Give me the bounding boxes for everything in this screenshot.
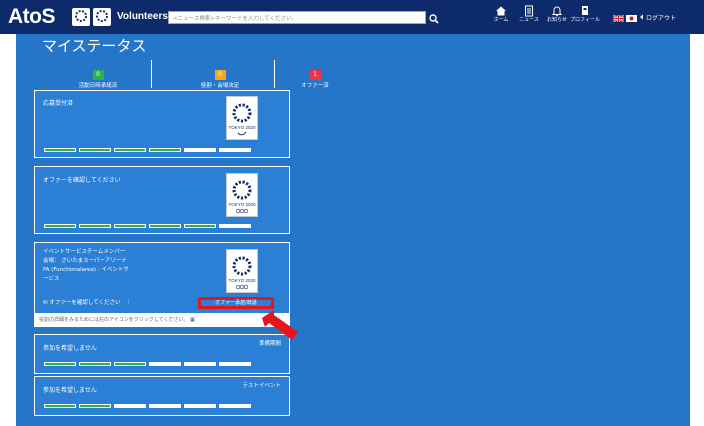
status-card-declined-test[interactable]: 参加を希望しません テストイベント bbox=[34, 376, 290, 416]
progress-segment bbox=[219, 148, 251, 152]
main-panel: マイステータス 0 活動日時承諾済 0 役割・会場決定 1 オファー済 応募受付… bbox=[16, 34, 690, 426]
card-title: 応募受付済 bbox=[43, 100, 74, 107]
stat-role-label: 役割・会場決定 bbox=[200, 83, 240, 89]
progress-bar bbox=[44, 148, 251, 152]
logout-icon[interactable] bbox=[640, 14, 645, 20]
progress-segment bbox=[79, 224, 111, 228]
calendar-icon[interactable]: ▦ bbox=[190, 317, 195, 323]
progress-segment bbox=[114, 404, 146, 408]
progress-segment bbox=[149, 224, 181, 228]
venue-text: 会場： さいたまスーパーアリーナ bbox=[43, 258, 127, 264]
status-card-role[interactable]: イベントサービスチームメンバー 会場： さいたまスーパーアリーナ FA (Fun… bbox=[34, 242, 290, 327]
progress-segment bbox=[44, 362, 76, 366]
annotation-arrow-icon bbox=[262, 310, 298, 340]
progress-segment bbox=[219, 404, 251, 408]
stat-accepted-label: 活動日時承諾済 bbox=[78, 83, 118, 89]
progress-segment bbox=[219, 224, 251, 228]
card-title: 参加を希望しません bbox=[43, 387, 97, 394]
progress-segment bbox=[114, 224, 146, 228]
stat-divider bbox=[151, 60, 152, 88]
stat-accepted[interactable]: 0 活動日時承諾済 bbox=[54, 61, 142, 89]
progress-bar bbox=[44, 224, 251, 228]
header-bar: AtoS Volunteers <ニュース検索>キーワードを入力してください。 … bbox=[0, 0, 704, 34]
stat-offered-label: オファー済 bbox=[301, 83, 329, 89]
search-icon[interactable] bbox=[428, 10, 440, 24]
progress-segment bbox=[114, 148, 146, 152]
progress-segment bbox=[184, 224, 216, 228]
progress-segment bbox=[79, 404, 111, 408]
progress-segment bbox=[219, 362, 251, 366]
news-icon bbox=[525, 5, 533, 17]
stat-role-decided[interactable]: 0 役割・会場決定 bbox=[176, 61, 264, 89]
nav-profile[interactable]: プロフィール bbox=[567, 5, 603, 31]
functional-area: FA (Functionalarea) : イベントサ bbox=[43, 267, 129, 273]
tokyo2020-olympic-logo: TOKYO 2020 bbox=[226, 173, 258, 217]
nav-profile-label: プロフィール bbox=[570, 17, 600, 23]
progress-segment bbox=[149, 404, 181, 408]
page-title: マイステータス bbox=[42, 38, 147, 55]
status-card-offer[interactable]: オファーを確認してください TOKYO 2020 bbox=[34, 166, 290, 234]
progress-segment bbox=[44, 224, 76, 228]
olympic-emblem-icon bbox=[72, 8, 90, 26]
stat-role-count: 0 bbox=[214, 70, 226, 80]
progress-segment bbox=[184, 404, 216, 408]
search-input[interactable]: <ニュース検索>キーワードを入力してください。 bbox=[168, 11, 426, 24]
progress-segment bbox=[79, 148, 111, 152]
progress-segment bbox=[114, 362, 146, 366]
card-phase-label: テストイベント bbox=[242, 383, 281, 389]
bell-icon bbox=[551, 6, 563, 17]
paralympic-emblem-icon bbox=[93, 8, 111, 26]
logo-text: TOKYO 2020 bbox=[229, 125, 256, 130]
logout-link[interactable]: ログアウト bbox=[646, 13, 676, 22]
progress-bar bbox=[44, 362, 251, 366]
progress-bar bbox=[44, 404, 251, 408]
stat-offered[interactable]: 1 オファー済 bbox=[271, 61, 359, 89]
progress-segment bbox=[184, 148, 216, 152]
uk-flag-icon[interactable] bbox=[613, 15, 624, 22]
progress-segment bbox=[184, 362, 216, 366]
role-detail-note-text: 役割の詳細をみるためには右のアイコンをクリックしてください。 bbox=[39, 317, 189, 323]
home-icon bbox=[496, 6, 506, 16]
progress-segment bbox=[79, 362, 111, 366]
tokyo2020-olympic-logo: TOKYO 2020 bbox=[226, 96, 258, 140]
offer-status: ✉ オファーを確認してください ｜ bbox=[43, 299, 132, 308]
progress-segment bbox=[149, 148, 181, 152]
site-name: Volunteers bbox=[117, 11, 168, 22]
logo-text: TOKYO 2020 bbox=[229, 278, 256, 283]
status-card-declined-prep[interactable]: 参加を希望しません 準備期間 bbox=[34, 334, 290, 374]
role-detail-note: 役割の詳細をみるためには右のアイコンをクリックしてください。 ▦ bbox=[35, 313, 289, 327]
logo-text: TOKYO 2020 bbox=[229, 202, 256, 207]
brand-logo[interactable]: AtoS bbox=[8, 5, 56, 29]
offer-status-text: オファーを確認してください ｜ bbox=[49, 300, 132, 306]
profile-icon bbox=[582, 6, 588, 15]
functional-area-cont: ービス bbox=[43, 276, 60, 282]
progress-segment bbox=[44, 404, 76, 408]
role-info: イベントサービスチームメンバー 会場： さいたまスーパーアリーナ FA (Fun… bbox=[43, 248, 129, 284]
role-title: イベントサービスチームメンバー bbox=[43, 249, 126, 255]
card-title: オファーを確認してください bbox=[43, 177, 121, 184]
progress-segment bbox=[44, 148, 76, 152]
progress-segment bbox=[149, 362, 181, 366]
tokyo2020-olympic-logo: TOKYO 2020 bbox=[226, 249, 258, 293]
stat-accepted-count: 0 bbox=[92, 70, 104, 80]
card-title: 参加を希望しません bbox=[43, 345, 97, 352]
japan-flag-icon[interactable] bbox=[626, 15, 637, 22]
stat-offered-count: 1 bbox=[309, 70, 321, 80]
status-card-applied[interactable]: 応募受付済 TOKYO 2020 bbox=[34, 90, 290, 158]
